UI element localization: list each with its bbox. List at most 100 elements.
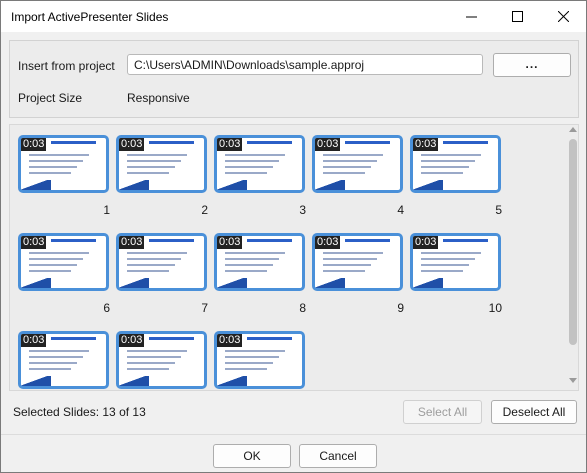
slide-text-line: [421, 258, 475, 260]
project-size-value: Responsive: [127, 91, 190, 105]
slide-number: 2: [201, 203, 208, 217]
slide-accent-stripe: [217, 278, 247, 288]
scroll-up-icon[interactable]: [567, 125, 579, 135]
slide-duration: 0:03: [119, 334, 145, 347]
slide-heading-bar: [51, 141, 96, 144]
deselect-all-button[interactable]: Deselect All: [491, 400, 577, 424]
project-path-field[interactable]: C:\Users\ADMIN\Downloads\sample.approj: [127, 54, 483, 75]
slide-heading-bar: [247, 239, 292, 242]
ok-button[interactable]: OK: [213, 444, 291, 468]
slide-text-line: [421, 270, 463, 272]
close-button[interactable]: [540, 1, 586, 32]
dialog-title: Import ActivePresenter Slides: [11, 10, 169, 24]
slide-duration: 0:03: [119, 236, 145, 249]
slide-text-line: [127, 350, 187, 352]
browse-button[interactable]: ...: [493, 53, 571, 77]
slide-heading-bar: [149, 141, 194, 144]
slide-text-line: [29, 172, 71, 174]
slide-text-line: [421, 154, 481, 156]
slide-heading-bar: [443, 239, 488, 242]
slide-accent-stripe: [217, 376, 247, 386]
slide-thumbnail[interactable]: 0:03: [410, 233, 501, 291]
slide-text-line: [127, 154, 187, 156]
slide-number: 5: [495, 203, 502, 217]
slide-thumbnail[interactable]: 0:03: [18, 233, 109, 291]
slide-text-line: [29, 362, 77, 364]
slide-accent-stripe: [315, 278, 345, 288]
slide-text-line: [323, 154, 383, 156]
slide-text-line: [323, 166, 371, 168]
slide-text-line: [127, 172, 169, 174]
slide-number: 10: [488, 301, 502, 315]
slide-text-line: [127, 270, 169, 272]
import-dialog: Import ActivePresenter Slides Insert fro…: [0, 0, 587, 473]
insert-from-label: Insert from project: [18, 59, 115, 73]
slide-heading-bar: [51, 239, 96, 242]
slide-heading-bar: [51, 337, 96, 340]
slide-accent-stripe: [119, 278, 149, 288]
slide-accent-stripe: [413, 278, 443, 288]
slide-thumbnail[interactable]: 0:03: [116, 233, 207, 291]
slide-thumbnail[interactable]: 0:03: [18, 135, 109, 193]
slide-duration: 0:03: [315, 138, 341, 151]
slide-thumbnail[interactable]: 0:03: [214, 331, 305, 389]
cancel-button[interactable]: Cancel: [299, 444, 377, 468]
scroll-down-icon[interactable]: [567, 375, 579, 385]
slide-duration: 0:03: [119, 138, 145, 151]
slide-accent-stripe: [119, 376, 149, 386]
slide-text-line: [29, 258, 83, 260]
slide-heading-bar: [247, 337, 292, 340]
slide-text-line: [225, 350, 285, 352]
slide-text-line: [323, 252, 383, 254]
slide-text-line: [29, 368, 71, 370]
slide-thumbnail[interactable]: 0:03: [116, 135, 207, 193]
maximize-button[interactable]: [494, 1, 540, 32]
minimize-button[interactable]: [448, 1, 494, 32]
slide-thumbnail[interactable]: 0:03: [410, 135, 501, 193]
slide-text-line: [421, 172, 463, 174]
slide-accent-stripe: [21, 376, 51, 386]
slide-duration: 0:03: [413, 138, 439, 151]
slide-text-line: [127, 368, 169, 370]
slide-thumbnail[interactable]: 0:03: [312, 233, 403, 291]
title-bar: Import ActivePresenter Slides: [1, 1, 586, 32]
slide-number: 3: [299, 203, 306, 217]
slide-text-line: [323, 172, 365, 174]
slide-text-line: [421, 252, 481, 254]
slide-text-line: [127, 258, 181, 260]
scrollbar-thumb[interactable]: [569, 139, 577, 345]
slide-thumbnail[interactable]: 0:03: [312, 135, 403, 193]
slide-text-line: [421, 166, 469, 168]
slide-duration: 0:03: [21, 334, 47, 347]
slide-accent-stripe: [21, 180, 51, 190]
slide-text-line: [29, 252, 89, 254]
selected-count: Selected Slides: 13 of 13: [13, 405, 146, 419]
project-size-label: Project Size: [18, 91, 83, 105]
slide-text-line: [29, 166, 77, 168]
slide-number: 8: [299, 301, 306, 315]
slide-text-line: [29, 160, 83, 162]
slide-text-line: [323, 258, 377, 260]
slide-text-line: [225, 166, 273, 168]
slide-accent-stripe: [413, 180, 443, 190]
slide-text-line: [29, 154, 89, 156]
slide-number: 4: [397, 203, 404, 217]
slide-duration: 0:03: [217, 236, 243, 249]
slide-accent-stripe: [315, 180, 345, 190]
slide-accent-stripe: [119, 180, 149, 190]
slide-heading-bar: [345, 141, 390, 144]
slide-text-line: [29, 350, 89, 352]
select-all-button[interactable]: Select All: [403, 400, 482, 424]
slide-duration: 0:03: [217, 334, 243, 347]
slide-accent-stripe: [21, 278, 51, 288]
slide-thumbnail[interactable]: 0:03: [18, 331, 109, 389]
slide-text-line: [29, 264, 77, 266]
slide-text-line: [225, 154, 285, 156]
slide-text-line: [127, 160, 181, 162]
slide-thumbnail[interactable]: 0:03: [214, 233, 305, 291]
slide-thumbnail[interactable]: 0:03: [214, 135, 305, 193]
slide-text-line: [127, 356, 181, 358]
slide-thumbnail[interactable]: 0:03: [116, 331, 207, 389]
slide-text-line: [127, 166, 175, 168]
slide-text-line: [225, 362, 273, 364]
